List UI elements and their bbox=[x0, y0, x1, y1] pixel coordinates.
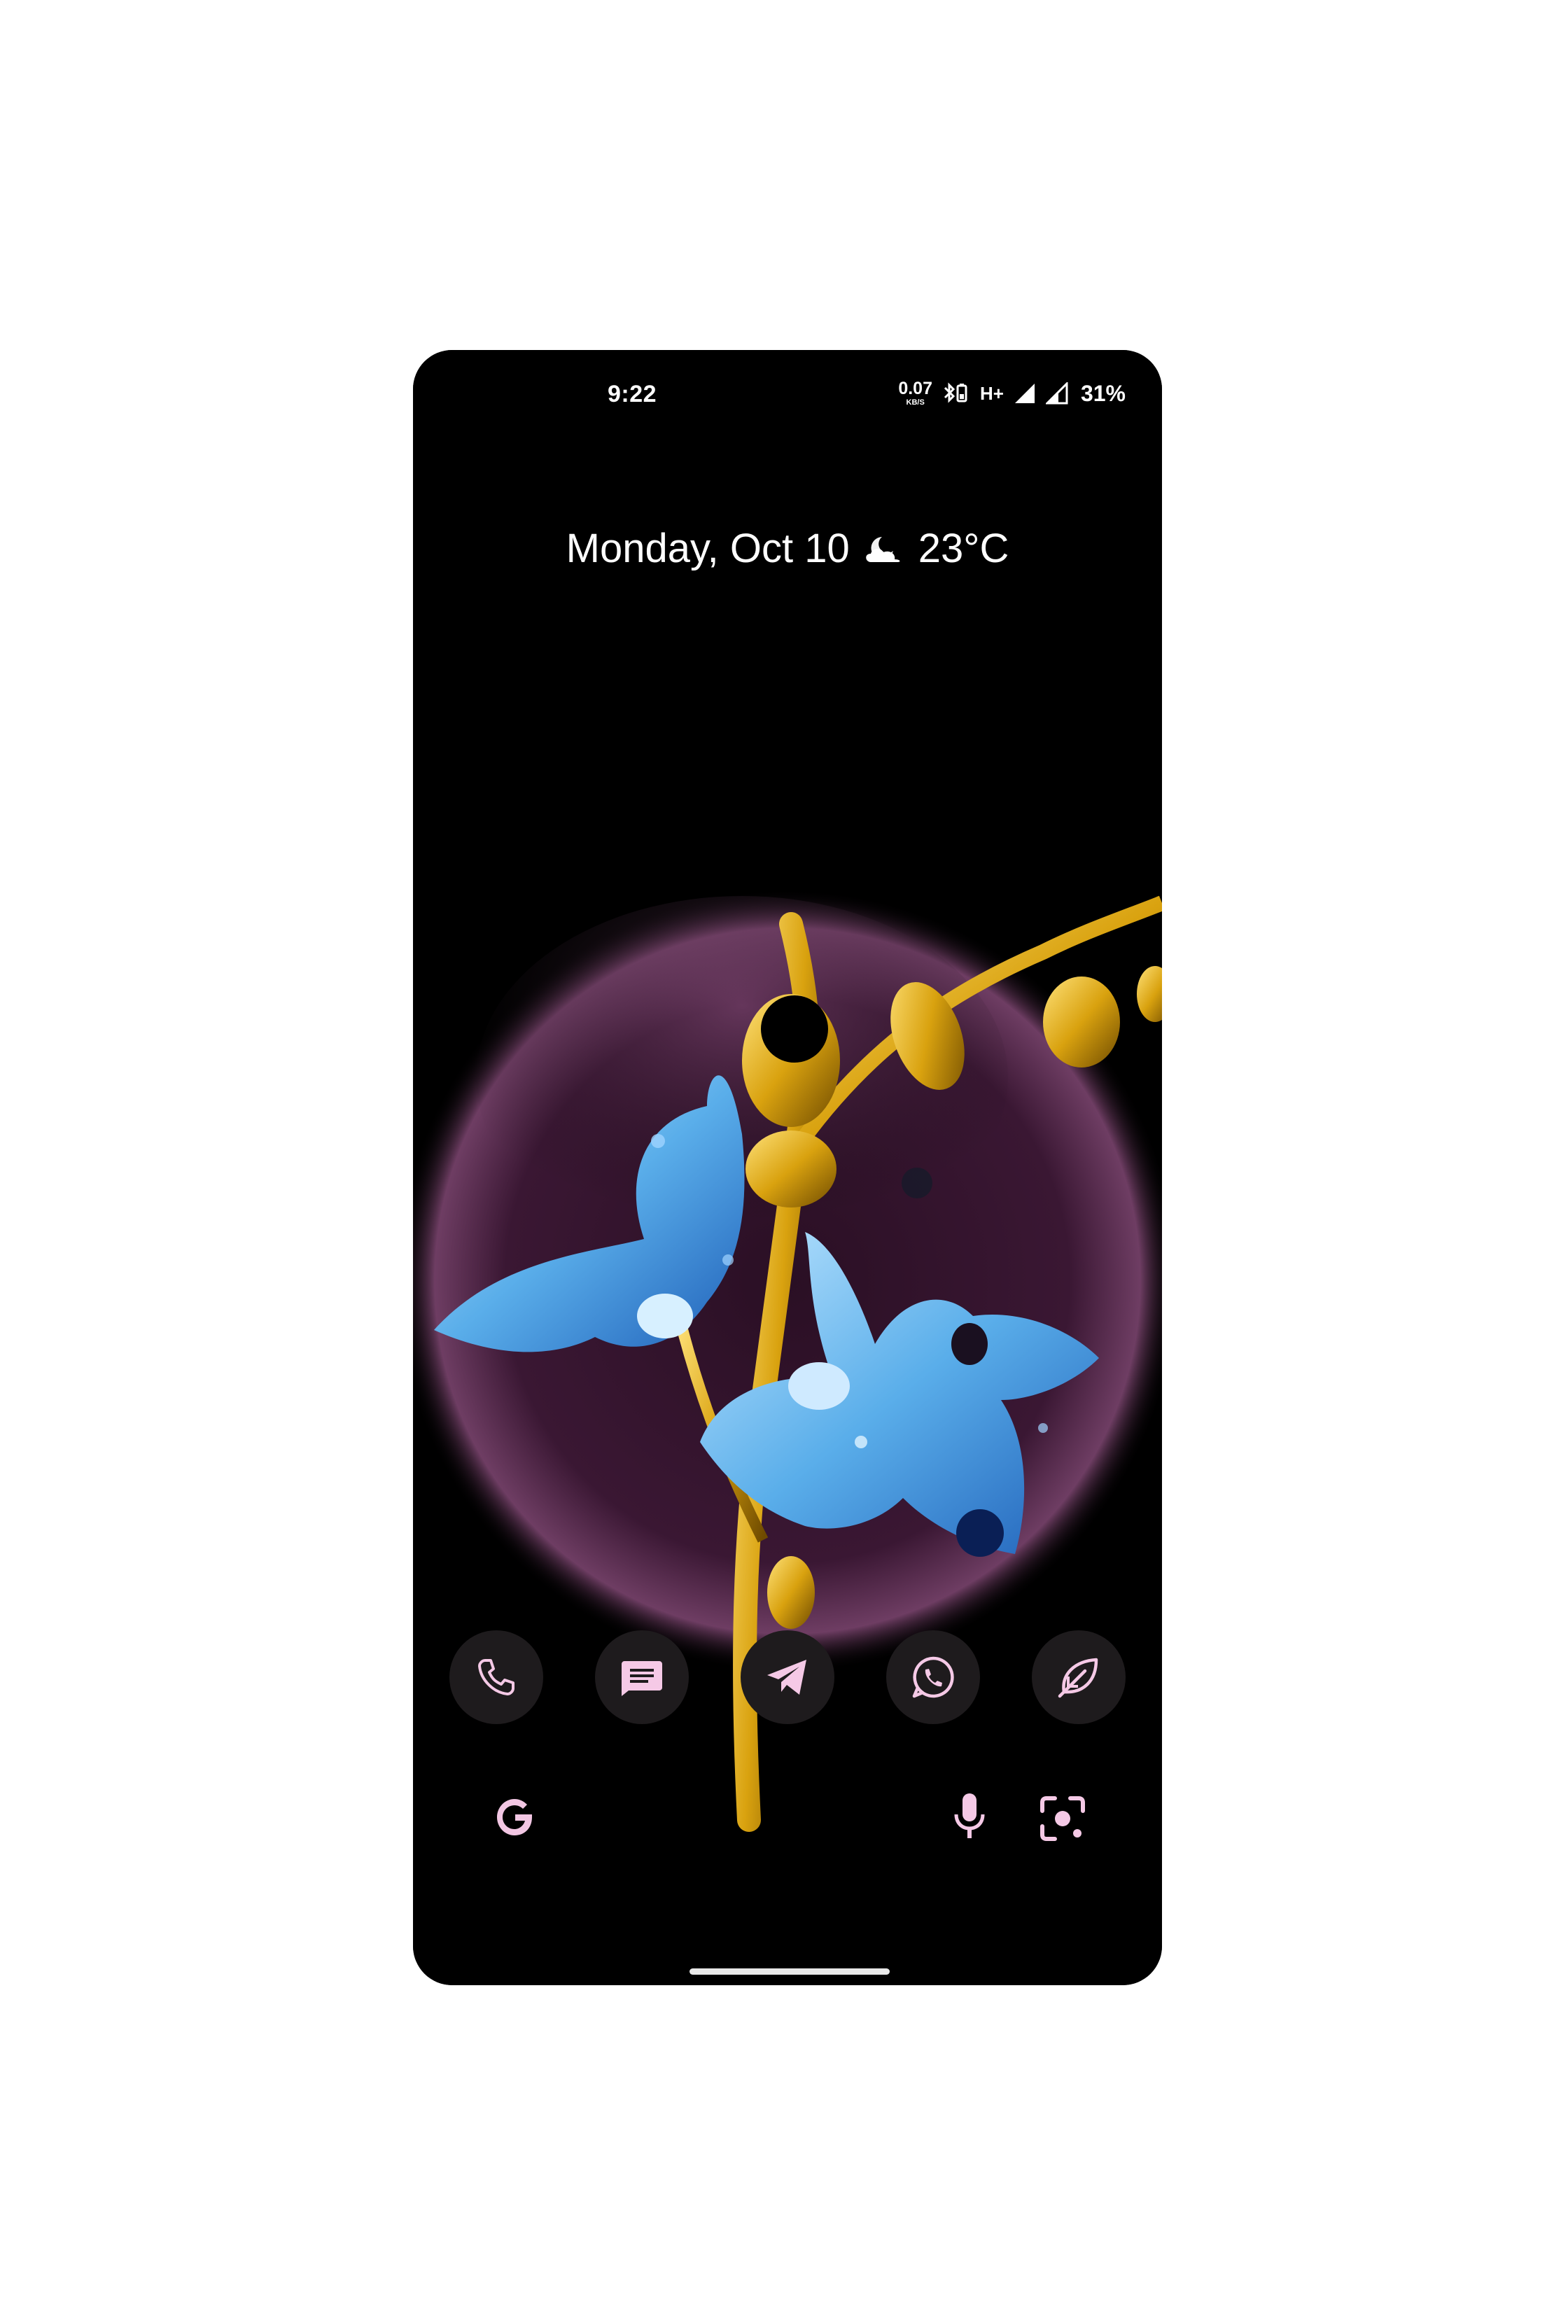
search-bar[interactable] bbox=[413, 1771, 1162, 1855]
messages-icon bbox=[622, 1661, 662, 1696]
bluetooth-battery-icon bbox=[942, 382, 970, 405]
home-indicator[interactable] bbox=[690, 1968, 890, 1975]
whatsapp-app-button[interactable] bbox=[886, 1630, 980, 1724]
status-bar: 9:22 0.07 KB/S H+ 31% bbox=[413, 350, 1162, 434]
network-type: H+ bbox=[979, 382, 1004, 404]
battery-percent: 31% bbox=[1080, 380, 1126, 406]
lens-icon[interactable] bbox=[1036, 1792, 1089, 1845]
phone-app-button[interactable] bbox=[449, 1630, 543, 1724]
net-speed: 0.07 KB/S bbox=[898, 380, 932, 407]
whatsapp-icon bbox=[912, 1656, 954, 1698]
dock bbox=[449, 1630, 1126, 1725]
leaf-icon bbox=[1058, 1658, 1098, 1698]
microphone-icon[interactable] bbox=[945, 1789, 994, 1845]
status-icons: 0.07 KB/S H+ 31% bbox=[898, 378, 1126, 409]
leaf-app-button[interactable] bbox=[1032, 1630, 1126, 1724]
partly-cloudy-night-icon bbox=[862, 533, 906, 565]
status-time: 9:22 bbox=[608, 381, 657, 407]
phone-icon bbox=[478, 1659, 514, 1695]
signal-icon-1 bbox=[1014, 382, 1036, 405]
google-g-icon[interactable] bbox=[490, 1792, 540, 1842]
net-speed-unit: KB/S bbox=[906, 398, 925, 407]
net-speed-value: 0.07 bbox=[898, 379, 932, 398]
phone-screen: 9:22 0.07 KB/S H+ 31% Monday, Oct 10 23°… bbox=[413, 350, 1162, 1985]
signal-icon-2 bbox=[1045, 382, 1068, 405]
telegram-icon bbox=[767, 1660, 806, 1695]
telegram-app-button[interactable] bbox=[741, 1630, 834, 1724]
temperature-text: 23°C bbox=[918, 526, 1009, 571]
messages-app-button[interactable] bbox=[595, 1630, 689, 1724]
wallpaper bbox=[413, 350, 1162, 1985]
at-a-glance-widget[interactable]: Monday, Oct 10 23°C bbox=[413, 525, 1162, 572]
date-text: Monday, Oct 10 bbox=[566, 526, 850, 571]
